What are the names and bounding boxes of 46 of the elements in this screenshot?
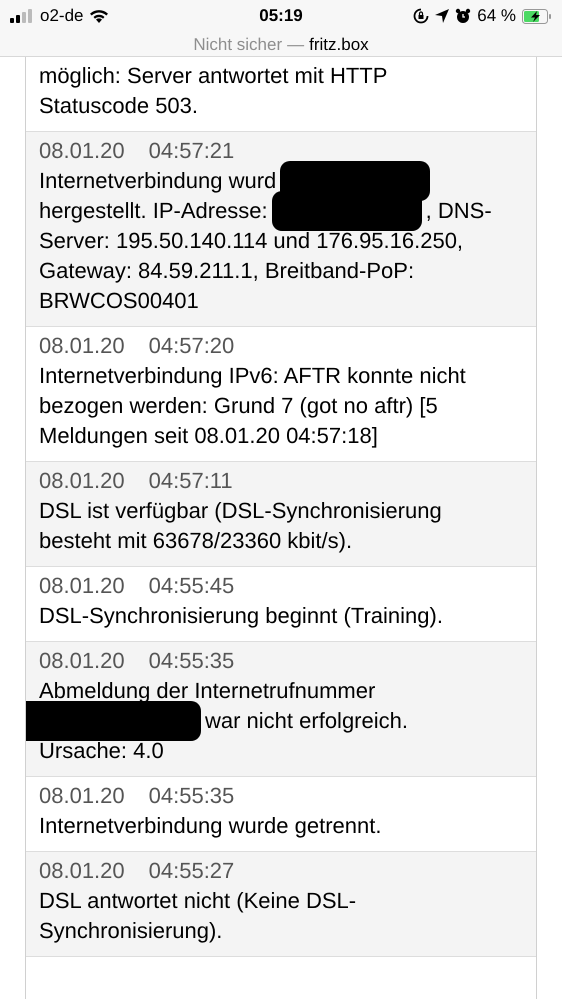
event-date: 08.01.20: [39, 572, 125, 600]
rotation-lock-icon: [413, 8, 430, 24]
location-arrow-icon: [435, 9, 450, 23]
event-text: Internetverbindung wurde getrennt.: [39, 812, 382, 840]
battery-percent: 64 %: [477, 5, 516, 28]
event-time: 04:55:35: [148, 782, 234, 810]
event-date: 08.01.20: [39, 137, 125, 165]
event-text: Server: 195.50.140.114 und 176.95.16.250,: [39, 227, 464, 255]
event-text: DSL antwortet nicht (Keine DSL-: [39, 887, 356, 915]
event-text: besteht mit 63678/23360 kbit/s).: [39, 527, 352, 555]
wifi-icon: [89, 9, 110, 23]
event-text: Statuscode 503.: [39, 92, 198, 120]
event-text: , DNS-: [426, 197, 492, 225]
event-text: Internetverbindung wurd: [39, 167, 276, 195]
signal-icon: [10, 9, 34, 23]
event-text: BRWCOS00401: [39, 287, 199, 315]
event-text: Internetverbindung IPv6: AFTR konnte nicht: [39, 362, 466, 390]
event-text: Ursache: 4.0: [39, 737, 164, 765]
event-date: 08.01.20: [39, 467, 125, 495]
event-text: hergestellt. IP-Adresse:: [39, 197, 268, 225]
event-date: 08.01.20: [39, 782, 125, 810]
site-address[interactable]: fritz.box: [309, 32, 369, 58]
event-time: 04:57:20: [148, 332, 234, 360]
event-date: 08.01.20: [39, 332, 125, 360]
event-time: 04:55:45: [148, 572, 234, 600]
security-warning: Nicht sicher: [193, 34, 282, 56]
event-text: Gateway: 84.59.211.1, Breitband-PoP:: [39, 257, 414, 285]
event-text: möglich: Server antwortet mit HTTP: [39, 62, 388, 90]
event-text: war nicht erfolgreich.: [205, 707, 408, 735]
alarm-clock-icon: [455, 8, 472, 24]
battery-charging-icon: [522, 8, 552, 24]
event-date: 08.01.20: [39, 857, 125, 885]
event-text: Abmeldung der Internetrufnummer: [39, 677, 376, 705]
event-text: bezogen werden: Grund 7 (got no aftr) [5: [39, 392, 438, 420]
event-time: 04:57:21: [148, 137, 234, 165]
event-date: 08.01.20: [39, 647, 125, 675]
event-time: 04:55:35: [148, 647, 234, 675]
separator-dash: —: [287, 34, 304, 56]
event-text: DSL ist verfügbar (DSL-Synchronisierung: [39, 497, 442, 525]
event-text: Meldungen seit 08.01.20 04:57:18]: [39, 422, 378, 450]
clock-time: 05:19: [259, 5, 303, 28]
event-time: 04:57:11: [148, 467, 233, 495]
event-time: 04:55:27: [148, 857, 234, 885]
event-text: DSL-Synchronisierung beginnt (Training).: [39, 602, 443, 630]
event-text: Synchronisierung).: [39, 917, 222, 945]
carrier-name: o2-de: [40, 5, 84, 28]
